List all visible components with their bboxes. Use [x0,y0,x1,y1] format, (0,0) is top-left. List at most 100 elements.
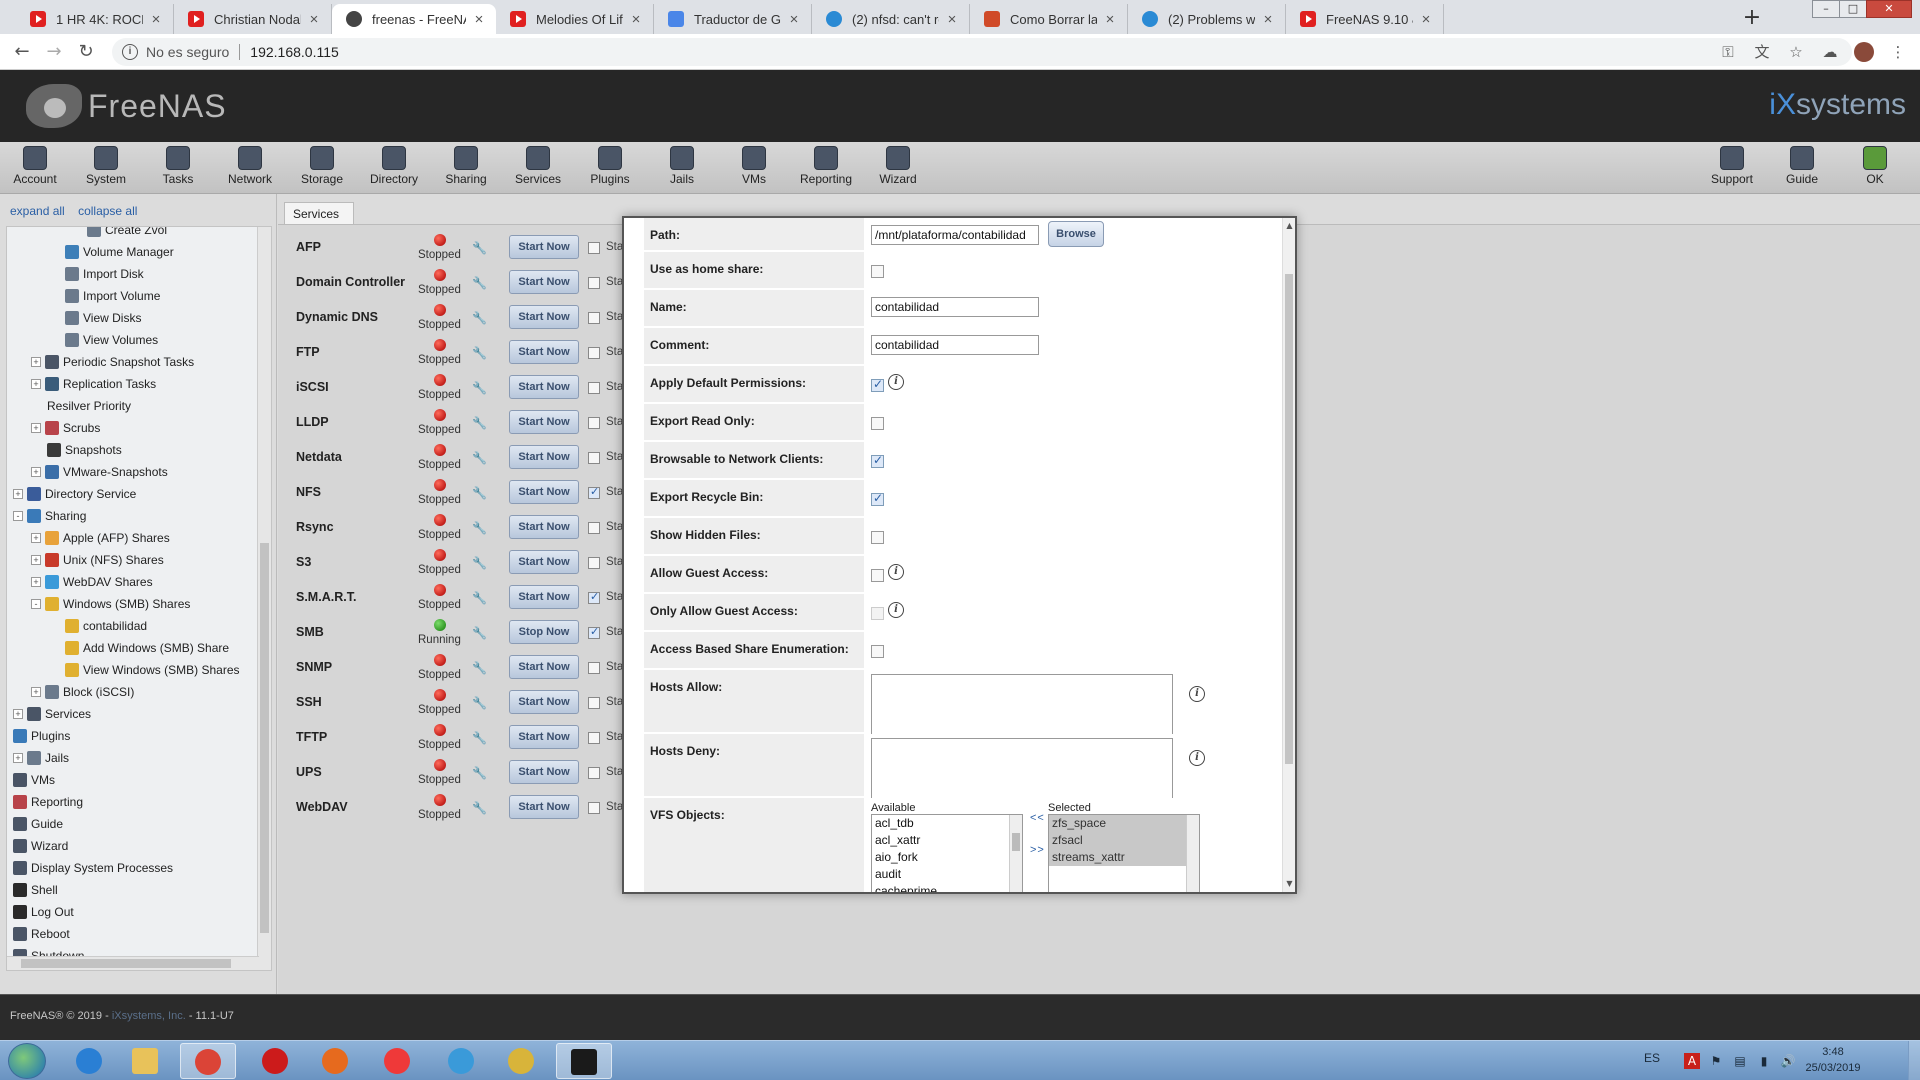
extension-icon[interactable]: ☁ [1820,42,1840,62]
scroll-down-arrow-icon[interactable]: ▼ [1283,878,1296,890]
menu-reporting[interactable]: Reporting [794,146,858,186]
tree-item-volume-manager[interactable]: Volume Manager [65,243,174,261]
vfs-selected-option[interactable]: zfsacl [1049,832,1199,849]
bookmark-star-icon[interactable]: ☆ [1786,42,1806,62]
tree-expander-icon[interactable]: + [13,753,23,763]
start-now-button[interactable]: Start Now [509,550,579,574]
wrench-icon[interactable]: 🔧 [472,522,487,534]
browser-tab[interactable]: Christian Nodal - No Te × [174,4,332,34]
start-now-button[interactable]: Start Now [509,760,579,784]
collapse-all-link[interactable]: collapse all [78,204,137,218]
new-tab-button[interactable]: + [1738,4,1766,32]
tree-item-reporting[interactable]: Reporting [13,793,83,811]
start-on-boot-checkbox[interactable] [588,625,600,639]
menu-system[interactable]: System [74,146,138,186]
browser-menu-icon[interactable]: ⋮ [1888,42,1908,62]
site-info-icon[interactable]: i [122,44,138,60]
start-now-button[interactable]: Start Now [509,235,579,259]
tree-item-resilver-priority[interactable]: Resilver Priority [47,397,131,415]
internet-explorer-taskbar-button[interactable] [62,1043,118,1079]
language-indicator[interactable]: ES [1644,1051,1660,1065]
tree-expander-icon[interactable]: + [31,555,41,565]
stop-now-button[interactable]: Stop Now [509,620,579,644]
vfs-option[interactable]: acl_xattr [872,832,1022,849]
opera-taskbar-button[interactable] [248,1043,304,1079]
tree-item-shell[interactable]: Shell [13,881,58,899]
wrench-icon[interactable]: 🔧 [472,627,487,639]
reload-button[interactable]: ↻ [74,40,98,64]
guest-only-checkbox[interactable] [871,607,884,620]
tree-hscroll-thumb[interactable] [21,959,231,968]
tree-item-jails[interactable]: + Jails [13,749,69,767]
taskbar-clock[interactable]: 3:48 25/03/2019 [1788,1044,1878,1076]
tree-item-services[interactable]: + Services [13,705,91,723]
vfs-selected-option[interactable]: zfs_space [1049,815,1199,832]
tree-expander-icon[interactable]: + [31,423,41,433]
wrench-icon[interactable]: 🔧 [472,417,487,429]
dialog-scrollbar[interactable]: ▲ ▼ [1282,218,1295,892]
wrench-icon[interactable]: 🔧 [472,487,487,499]
tree-item-windows-smb-shares[interactable]: - Windows (SMB) Shares [31,595,190,613]
tree-item-periodic-snapshot-tasks[interactable]: + Periodic Snapshot Tasks [31,353,194,371]
wrench-icon[interactable]: 🔧 [472,802,487,814]
app-yellow-taskbar-button[interactable] [494,1043,550,1079]
start-now-button[interactable]: Start Now [509,480,579,504]
start-on-boot-checkbox[interactable] [588,590,600,604]
start-on-boot-checkbox[interactable] [588,242,600,254]
menu-wizard[interactable]: Wizard [866,146,930,186]
menu-guide[interactable]: Guide [1770,146,1834,186]
minimize-button[interactable]: – [1812,0,1840,18]
hidden-files-checkbox[interactable] [871,531,884,544]
menu-storage[interactable]: Storage [290,146,354,186]
browser-tab[interactable]: FreeNAS 9.10 & 11 and × [1286,4,1444,34]
profile-avatar-icon[interactable] [1854,42,1874,62]
hosts-deny-textarea[interactable] [871,738,1173,799]
vfs-available-scrollbar[interactable] [1009,815,1022,892]
move-left-button[interactable]: << [1030,812,1045,824]
browser-tab[interactable]: 1 HR 4K: ROCKY MOUN × [16,4,174,34]
url-text[interactable]: 192.168.0.115 [250,44,339,60]
vfs-option[interactable]: aio_fork [872,849,1022,866]
start-now-button[interactable]: Start Now [509,725,579,749]
start-now-button[interactable]: Start Now [509,690,579,714]
tree-item-unix-nfs-shares[interactable]: + Unix (NFS) Shares [31,551,164,569]
tree-expander-icon[interactable]: + [13,709,23,719]
address-bar[interactable]: i No es seguro 192.168.0.115 [112,38,1852,66]
start-on-boot-checkbox[interactable] [588,697,600,709]
key-icon[interactable]: ⚿ [1718,42,1738,62]
start-on-boot-checkbox[interactable] [588,312,600,324]
back-button[interactable]: ← [10,40,34,64]
start-now-button[interactable]: Start Now [509,585,579,609]
wrench-icon[interactable]: 🔧 [472,242,487,254]
start-on-boot-checkbox[interactable] [588,277,600,289]
browse-button[interactable]: Browse [1048,221,1104,247]
maximize-button[interactable]: □ [1839,0,1867,18]
start-button-icon[interactable] [8,1043,46,1079]
vfs-option[interactable]: cacheprime [872,883,1022,892]
tab-services[interactable]: Services [284,202,354,224]
vfs-available-list[interactable]: acl_tdb acl_xattr aio_fork audit cacheprime [871,814,1023,892]
tab-close-icon[interactable]: × [629,11,643,28]
battery-tray-icon[interactable]: ▮ [1756,1053,1772,1069]
vfs-selected-option[interactable]: streams_xattr [1049,849,1199,866]
tree-item-view-volumes[interactable]: View Volumes [65,331,158,349]
network-flag-icon[interactable]: ⚑ [1708,1053,1724,1069]
wrench-icon[interactable]: 🔧 [472,452,487,464]
tree-expander-icon[interactable]: + [31,577,41,587]
tree-item-sharing[interactable]: - Sharing [13,507,86,525]
menu-plugins[interactable]: Plugins [578,146,642,186]
tree-item-wizard[interactable]: Wizard [13,837,68,855]
wrench-icon[interactable]: 🔧 [472,767,487,779]
path-input[interactable]: /mnt/plataforma/contabilidad [871,225,1039,245]
browsable-checkbox[interactable] [871,453,884,468]
tree-expander-icon[interactable]: - [31,599,41,609]
guest-only-info-icon[interactable]: i [888,602,904,618]
tree-expander-icon[interactable]: + [31,357,41,367]
menu-support[interactable]: Support [1700,146,1764,186]
wrench-icon[interactable]: 🔧 [472,697,487,709]
tree-item-apple-afp-shares[interactable]: + Apple (AFP) Shares [31,529,170,547]
start-on-boot-checkbox[interactable] [588,452,600,464]
tree-expander-icon[interactable]: + [31,687,41,697]
start-now-button[interactable]: Start Now [509,655,579,679]
start-on-boot-checkbox[interactable] [588,522,600,534]
